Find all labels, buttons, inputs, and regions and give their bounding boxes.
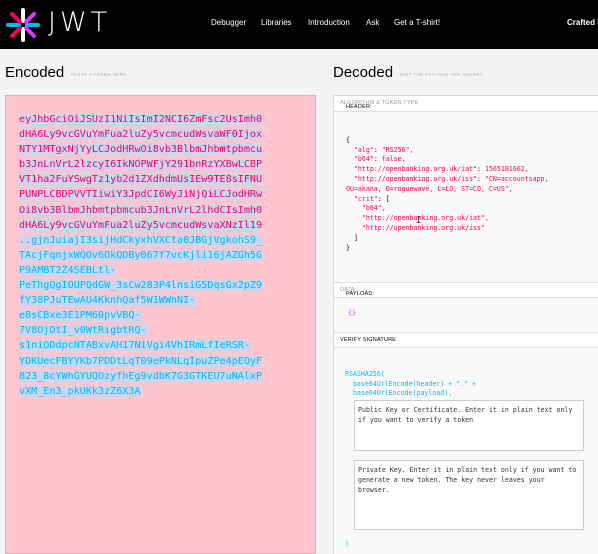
private-key-input[interactable]: Private Key. Enter it in plain text only…	[354, 460, 584, 530]
token-header-line: eyJhbGciOiJSUzI1NiIsImI2NCI6ZmFsc2UsImh0	[19, 114, 263, 125]
json-brace: {	[346, 135, 350, 144]
token-header-line: b3JnLnVrL2lzcyI6IkNOPWFjY291bnRzYXBwLCBP	[19, 159, 263, 171]
verify-label: VERIFY SIGNATURE	[340, 337, 397, 343]
token-header-line: dHA6Ly9vcGVuYmFua2luZy5vcmcudWsvaXNzIl19	[19, 219, 263, 231]
token-signature-line: PeThgQgIOUPQdGW_3sCw283P4lnsiG5DqsGx2pZ9	[19, 280, 263, 292]
json-value: false,	[381, 155, 406, 164]
encoded-token-text[interactable]: eyJhbGciOiJSUzI1NiIsImI2NCI6ZmFsc2UsImh0…	[19, 112, 303, 399]
token-signature-line: P9AMBT2Z4SEBLtl-	[19, 264, 117, 276]
decoded-subtitle: EDIT THE PAYLOAD AND SECRET	[400, 72, 483, 77]
token-payload-separator: ..	[19, 234, 32, 246]
payload-json-editor[interactable]: {}	[334, 298, 598, 332]
token-signature-line: gjnJuiajI3sijHdCkyxhVXCta0JBGjVgkohS9_	[31, 234, 263, 246]
token-header-line: PUNPLCBDPVVTIiwiY3JpdCI6WyJiNjQiLCJodHRw	[19, 189, 263, 201]
json-key: "crit"	[353, 194, 378, 203]
decoded-title: Decoded	[333, 64, 394, 81]
text-cursor-icon: I	[416, 216, 422, 226]
encoded-token-editor[interactable]: eyJhbGciOiJSUzI1NiIsImI2NCI6ZmFsc2UsImh0…	[5, 95, 316, 554]
token-signature-line: YDKUecFBYYKb7PDDtLqT09ePkNLqIpuZPe4pEQyF	[19, 355, 263, 367]
token-header-line: VT1ha2FuYSwgTz1yb2d1ZXdhdmUsIEw9TE8sIFNU	[19, 174, 263, 186]
json-brace: }	[346, 243, 350, 252]
token-signature-line: 7V8OjOtI_v0WtRigbtRQ-	[19, 325, 147, 337]
json-value: 1565181662,	[484, 165, 529, 174]
crafted-by-text[interactable]: Crafted b	[567, 18, 598, 27]
encoded-title: Encoded	[5, 64, 65, 81]
verify-function: RSASHA256(	[345, 369, 385, 378]
nav-ask[interactable]: Ask	[366, 18, 379, 27]
token-signature-line: TAcjFqnjxWQOv6OkQDBy067f7vcKjli16jAZGh5G	[19, 249, 263, 261]
token-signature-line: fY38PJuTEwAU4KknhQaf5W1WWnNI-	[19, 295, 196, 307]
json-array-item: "http://openbanking.org.uk/iat",	[361, 214, 489, 223]
decoded-panel: HEADER: ALGORITHM & TOKEN TYPE { "alg": …	[333, 95, 598, 554]
json-value: "RS256",	[381, 145, 414, 154]
json-key: "http://openbanking.org.uk/iss"	[353, 174, 478, 183]
public-key-input[interactable]: Public Key or Certificate. Enter it in p…	[354, 400, 584, 451]
header-json-editor[interactable]: { "alg": "RS256", "b64": false, "http://…	[334, 112, 598, 282]
json-value: "CN=accountsapp,	[484, 174, 549, 183]
json-array-item: "b64",	[361, 204, 386, 213]
token-header-line: NTY1MTgxNjYyLCJodHRwOi8vb3BlbmJhbmtpbmcu	[19, 144, 263, 156]
verify-section-title: VERIFY SIGNATURE	[334, 332, 598, 348]
nav-get-tshirt[interactable]: Get a T-shirt!	[394, 18, 440, 27]
json-key: "alg"	[353, 145, 374, 154]
payload-label: PAYLOAD:	[346, 291, 375, 297]
header-label: HEADER:	[346, 104, 372, 110]
token-signature-line: e8sCBxe3E1PM60pvVBQ-	[19, 310, 141, 322]
json-bracket: ]	[353, 233, 358, 242]
nav-libraries[interactable]: Libraries	[261, 18, 292, 27]
token-signature-line: vXM_En3_pkUKk3zZ6X3A	[19, 385, 141, 397]
nav-debugger[interactable]: Debugger	[211, 18, 246, 27]
payload-section-title: PAYLOAD: DATA	[334, 282, 598, 298]
json-value: OU=akana, O=roguewave, L=LO, ST=CO, C=US…	[346, 184, 513, 193]
header-section-title: HEADER: ALGORITHM & TOKEN TYPE	[334, 96, 598, 112]
token-header-line: Oi8vb3BlbmJhbmtpbmcub3JnLnVrL2lhdCIsImh0	[19, 204, 263, 216]
jwt-logo-icon[interactable]	[6, 8, 40, 42]
json-array-item: "http://openbanking.org.uk/iss"	[361, 223, 485, 232]
verify-close-paren: )	[345, 540, 349, 548]
top-navbar: JWT Debugger Libraries Introduction Ask …	[0, 0, 598, 49]
brand-wordmark[interactable]: JWT	[48, 7, 111, 38]
token-header-line: dHA6Ly9vcGVuYmFua2luZy5vcmcudWsvaWF0Ijox	[19, 129, 263, 141]
token-signature-line: s1niODdpcNTABxvAH17NiVgi4VhIRmLfIeRSR-	[19, 340, 250, 352]
token-signature-line: 823_8cYWhGYUQOzyfhEg9vdbK7G3GTKEU7uNAlxP	[19, 370, 263, 382]
json-key: "http://openbanking.org.uk/iat"	[353, 165, 478, 174]
verify-header-expr: base64UrlEncode(header) + "." +	[352, 379, 477, 388]
payload-json: {}	[348, 309, 356, 317]
verify-payload-expr: base64UrlEncode(payload),	[352, 389, 453, 398]
json-key: "b64"	[353, 155, 374, 164]
nav-introduction[interactable]: Introduction	[308, 18, 350, 27]
encoded-subtitle: PASTE A TOKEN HERE	[71, 72, 127, 77]
json-bracket: [	[385, 194, 390, 203]
